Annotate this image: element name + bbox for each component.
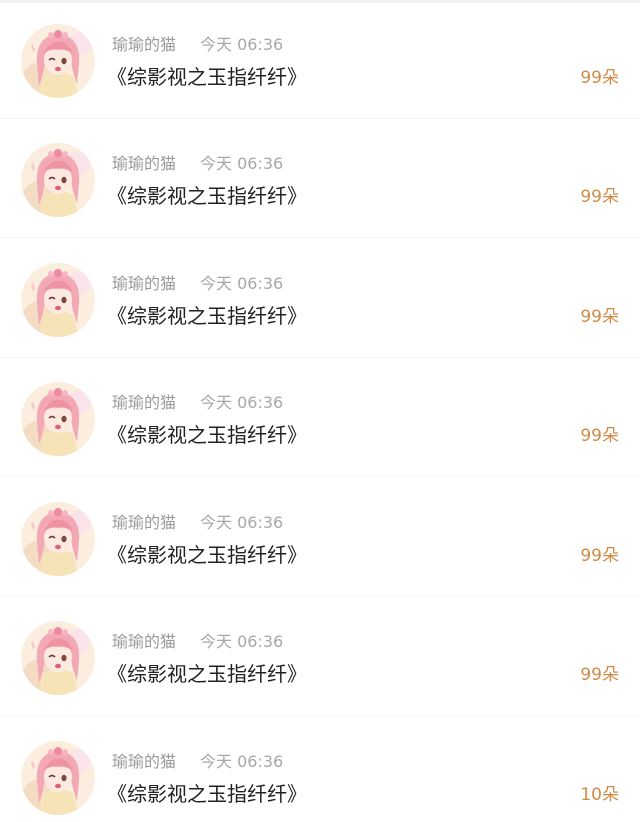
username[interactable]: 瑜瑜的猫: [112, 35, 176, 55]
timestamp: 今天 06:36: [200, 35, 284, 54]
username[interactable]: 瑜瑜的猫: [112, 274, 176, 294]
timestamp: 今天 06:36: [200, 154, 284, 173]
anime-girl-avatar-icon: [21, 263, 95, 337]
anime-girl-avatar-icon: [21, 741, 95, 815]
timestamp: 今天 06:36: [200, 393, 284, 412]
anime-girl-avatar-icon: [21, 143, 95, 217]
book-title[interactable]: 《综影视之玉指纤纤》: [107, 780, 307, 808]
avatar[interactable]: [21, 621, 95, 695]
list-item[interactable]: 瑜瑜的猫 今天 06:36 《综影视之玉指纤纤》 99朵: [0, 239, 640, 358]
row-divider: [0, 237, 640, 238]
list-item[interactable]: 瑜瑜的猫 今天 06:36 《综影视之玉指纤纤》 10朵: [0, 717, 640, 822]
book-title[interactable]: 《综影视之玉指纤纤》: [107, 182, 307, 210]
list-item[interactable]: 瑜瑜的猫 今天 06:36 《综影视之玉指纤纤》 99朵: [0, 358, 640, 477]
list-item[interactable]: 瑜瑜的猫 今天 06:36 《综影视之玉指纤纤》 99朵: [0, 119, 640, 238]
book-title[interactable]: 《综影视之玉指纤纤》: [107, 660, 307, 688]
book-title[interactable]: 《综影视之玉指纤纤》: [107, 302, 307, 330]
book-title[interactable]: 《综影视之玉指纤纤》: [107, 63, 307, 91]
username[interactable]: 瑜瑜的猫: [112, 513, 176, 533]
anime-girl-avatar-icon: [21, 621, 95, 695]
avatar[interactable]: [21, 502, 95, 576]
flower-count: 99朵: [580, 665, 619, 685]
book-title[interactable]: 《综影视之玉指纤纤》: [107, 421, 307, 449]
row-divider: [0, 476, 640, 477]
list-item[interactable]: 瑜瑜的猫 今天 06:36 《综影视之玉指纤纤》 99朵: [0, 0, 640, 119]
book-title[interactable]: 《综影视之玉指纤纤》: [107, 541, 307, 569]
list-item[interactable]: 瑜瑜的猫 今天 06:36 《综影视之玉指纤纤》 99朵: [0, 597, 640, 716]
timestamp: 今天 06:36: [200, 274, 284, 293]
avatar[interactable]: [21, 741, 95, 815]
avatar[interactable]: [21, 24, 95, 98]
anime-girl-avatar-icon: [21, 382, 95, 456]
avatar[interactable]: [21, 263, 95, 337]
flower-count: 99朵: [580, 426, 619, 446]
flower-count: 99朵: [580, 307, 619, 327]
timestamp: 今天 06:36: [200, 513, 284, 532]
username[interactable]: 瑜瑜的猫: [112, 752, 176, 772]
list-item[interactable]: 瑜瑜的猫 今天 06:36 《综影视之玉指纤纤》 99朵: [0, 478, 640, 597]
username[interactable]: 瑜瑜的猫: [112, 154, 176, 174]
avatar[interactable]: [21, 382, 95, 456]
flower-count: 99朵: [580, 187, 619, 207]
username[interactable]: 瑜瑜的猫: [112, 632, 176, 652]
avatar[interactable]: [21, 143, 95, 217]
flower-count: 99朵: [580, 546, 619, 566]
username[interactable]: 瑜瑜的猫: [112, 393, 176, 413]
anime-girl-avatar-icon: [21, 502, 95, 576]
timestamp: 今天 06:36: [200, 752, 284, 771]
timestamp: 今天 06:36: [200, 632, 284, 651]
flower-count: 99朵: [580, 68, 619, 88]
anime-girl-avatar-icon: [21, 24, 95, 98]
row-divider: [0, 715, 640, 716]
flower-count: 10朵: [580, 785, 619, 805]
